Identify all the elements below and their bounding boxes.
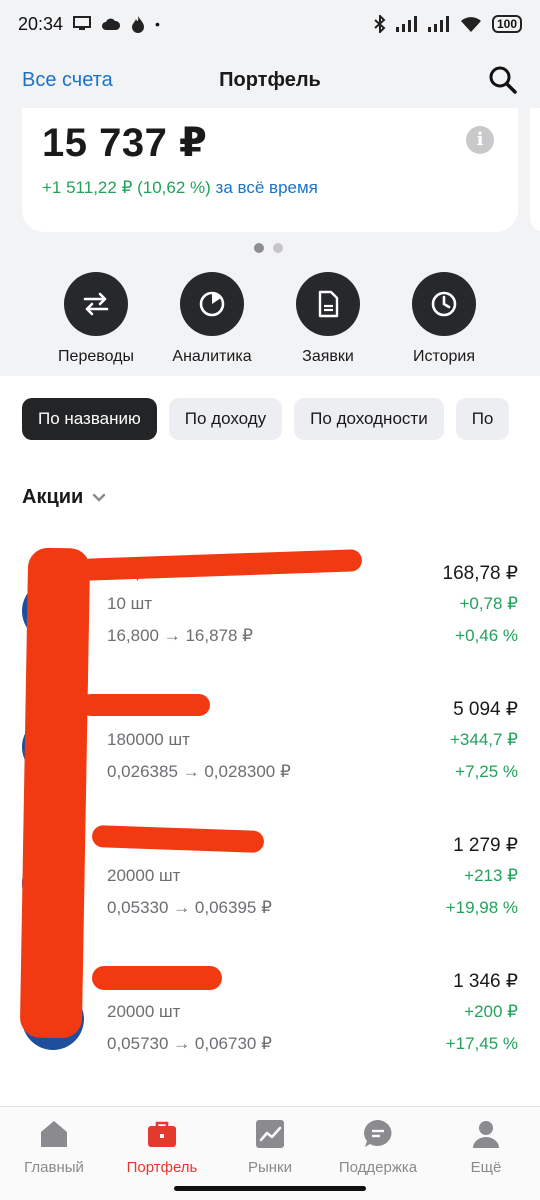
stock-quantity: 10 шт [107,594,153,613]
nav-label: Рынки [247,1159,292,1176]
change-period-link[interactable]: за всё время [216,178,318,197]
nav-label: Поддержка [338,1159,418,1176]
clock: 20:34 [18,13,64,34]
action-label: Переводы [58,348,134,365]
action-orders[interactable]: Заявки [272,272,384,366]
carousel-dot [273,243,283,253]
document-icon [296,272,360,336]
info-icon[interactable]: i [466,126,494,154]
signal-2-icon [427,16,449,32]
action-label: Заявки [302,348,354,365]
portfolio-summary-card[interactable]: 15 737 ₽ +1 511,22 ₽ (10,62 %) за всё вр… [22,108,518,232]
sort-by-income-chip[interactable]: По доходу [168,398,283,440]
stock-price-change: 16,800 → 16,878 ₽ [107,626,253,645]
search-button[interactable] [488,65,518,95]
home-icon [41,1121,67,1147]
wifi-icon [460,17,481,32]
nav-more[interactable]: Ещё [432,1107,540,1200]
stock-gain-percent: +19,98 % [445,898,518,917]
stock-value: 1 346 ₽ [453,971,518,992]
transfer-arrows-icon [64,272,128,336]
carousel-dot [254,243,264,253]
portfolio-change: +1 511,22 ₽ (10,62 %) за всё время [42,178,498,198]
sort-chips: По названию По доходу По доходности По [22,398,510,440]
chat-icon [364,1120,392,1147]
stock-value: 5 094 ₽ [453,699,518,720]
nav-label: Ещё [470,1159,502,1176]
chevron-down-icon [93,493,106,502]
change-value: +1 511,22 ₽ (10,62 %) [42,178,211,197]
redaction-mark [80,694,210,716]
briefcase-icon [148,1121,176,1147]
section-title: Акции [22,486,84,508]
action-analytics[interactable]: Аналитика [156,272,268,366]
nav-home[interactable]: Главный [0,1107,108,1200]
stock-price-change: 0,026385 → 0,028300 ₽ [107,762,291,781]
stock-price-change: 0,05330 → 0,06395 ₽ [107,898,272,917]
stock-gain: +0,78 ₽ [459,594,518,613]
chart-icon [256,1120,284,1148]
pie-chart-icon [180,272,244,336]
stock-gain-percent: +0,46 % [455,626,518,645]
action-label: История [412,348,476,365]
cloud-icon [102,18,121,30]
stock-gain: +213 ₽ [464,866,518,885]
quick-actions: Переводы Аналитика Заявки История [40,272,500,366]
stock-gain: +200 ₽ [464,1002,518,1021]
stock-price-change: 0,05730 → 0,06730 ₽ [107,1034,272,1053]
nav-label: Главный [24,1159,84,1176]
search-icon [489,66,517,94]
bluetooth-icon [374,15,386,33]
sort-by-name-chip[interactable]: По названию [22,398,157,440]
sort-by-yield-chip[interactable]: По доходности [294,398,444,440]
next-card-peek[interactable] [530,108,540,232]
carousel-dots [254,243,283,253]
user-icon [473,1121,499,1148]
stock-value: 168,78 ₽ [442,563,518,584]
portfolio-total: 15 737 ₽ [42,121,208,165]
redaction-mark [92,966,222,990]
stock-value: 1 279 ₽ [453,835,518,856]
stock-quantity: 180000 шт [107,730,190,749]
battery-icon: 100 [491,15,522,33]
flame-icon [132,16,145,33]
action-transfers[interactable]: Переводы [40,272,152,366]
redaction-mark [19,547,91,1039]
screen-icon [73,16,92,30]
stock-gain: +344,7 ₽ [449,730,518,749]
section-header-stocks[interactable]: Акции [22,486,107,509]
all-accounts-link[interactable]: Все счета [22,69,113,92]
clock-icon [412,272,476,336]
action-history[interactable]: История [388,272,500,366]
stock-gain-percent: +17,45 % [445,1034,518,1053]
status-bar: 20:34 • 100 [0,0,540,48]
holdings-panel: По названию По доходу По доходности По А… [0,376,540,1106]
action-label: Аналитика [172,348,252,365]
signal-icon [395,16,417,32]
sort-more-chip[interactable]: По [455,398,510,440]
dot-icon: • [155,16,160,32]
home-indicator [174,1186,366,1191]
stock-quantity: 20000 шт [107,866,181,885]
top-bar: Все счета Портфель [0,48,540,112]
stock-quantity: 20000 шт [107,1002,181,1021]
stock-gain-percent: +7,25 % [455,762,518,781]
nav-label: Портфель [126,1159,198,1176]
